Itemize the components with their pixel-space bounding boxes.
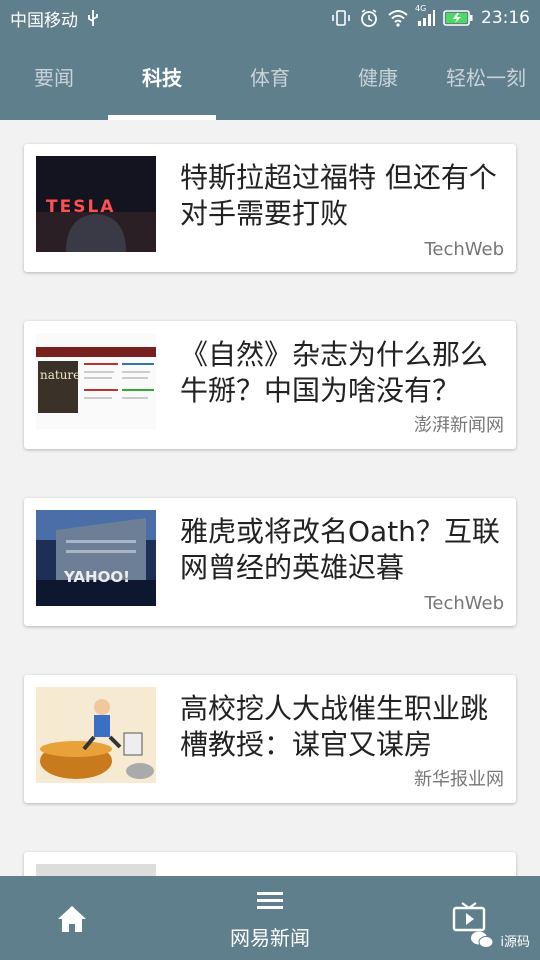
carrier-label: 中国移动 xyxy=(10,10,78,31)
network-badge: 4G xyxy=(415,4,427,13)
home-icon[interactable] xyxy=(56,904,88,938)
watermark-text: i源码 xyxy=(500,934,530,950)
watermark: i源码 xyxy=(470,930,530,950)
news-card[interactable]: YAHOO! 雅虎或将改名Oath？互联网曾经的英雄迟暮 TechWeb xyxy=(24,498,516,626)
news-source: 澎湃新闻网 xyxy=(414,415,504,436)
news-title: 特斯拉超过福特 但还有个对手需要打败 xyxy=(180,161,497,230)
clock-time: 23:16 xyxy=(481,8,530,28)
menu-icon xyxy=(257,892,283,909)
news-card[interactable]: TESLA 特斯拉超过福特 但还有个对手需要打败 TechWeb xyxy=(24,144,516,272)
battery-icon xyxy=(443,10,473,26)
news-nav-label: 网易新闻 xyxy=(230,926,310,950)
news-nav-button[interactable]: 网易新闻 xyxy=(222,890,318,951)
news-card-partial[interactable] xyxy=(24,852,516,876)
tab-top-news[interactable]: 要闻 xyxy=(0,36,108,120)
bottom-navigation: 网易新闻 i源码 xyxy=(0,876,540,960)
news-source: TechWeb xyxy=(424,593,504,614)
vibrate-icon xyxy=(331,9,351,27)
news-thumbnail: nature xyxy=(36,333,156,429)
wechat-icon xyxy=(471,931,494,948)
category-tabs: 要闻 科技 体育 健康 轻松一刻 xyxy=(0,36,540,120)
svg-text:TESLA: TESLA xyxy=(46,197,115,217)
news-title: 《自然》杂志为什么那么牛掰？中国为啥没有？ xyxy=(180,338,489,407)
news-source: 新华报业网 xyxy=(414,769,504,790)
tab-sports[interactable]: 体育 xyxy=(216,36,324,120)
tab-fun[interactable]: 轻松一刻 xyxy=(432,36,540,120)
tab-tech[interactable]: 科技 xyxy=(108,36,216,120)
tab-health[interactable]: 健康 xyxy=(324,36,432,120)
svg-text:nature: nature xyxy=(40,368,80,382)
alarm-icon xyxy=(359,8,379,28)
svg-text:YAHOO!: YAHOO! xyxy=(63,568,130,586)
news-feed[interactable]: TESLA 特斯拉超过福特 但还有个对手需要打败 TechWeb nature xyxy=(0,120,540,876)
news-title: 高校挖人大战催生职业跳槽教授：谋官又谋房 xyxy=(180,692,489,761)
news-thumbnail xyxy=(36,864,156,876)
news-card[interactable]: nature 《自然》杂志为什么那么牛掰？中国为啥没有？ 澎湃新闻网 xyxy=(24,321,516,449)
usb-icon xyxy=(86,9,100,27)
news-thumbnail: TESLA xyxy=(36,156,156,252)
news-thumbnail xyxy=(36,687,156,783)
signal-icon: 4G xyxy=(415,4,435,26)
news-title: 雅虎或将改名Oath？互联网曾经的英雄迟暮 xyxy=(180,515,500,584)
news-thumbnail: YAHOO! xyxy=(36,510,156,606)
news-source: TechWeb xyxy=(424,239,504,260)
status-bar: 中国移动 4G 23:16 xyxy=(0,0,540,36)
news-card[interactable]: 高校挖人大战催生职业跳槽教授：谋官又谋房 新华报业网 xyxy=(24,675,516,803)
wifi-icon xyxy=(387,9,409,27)
